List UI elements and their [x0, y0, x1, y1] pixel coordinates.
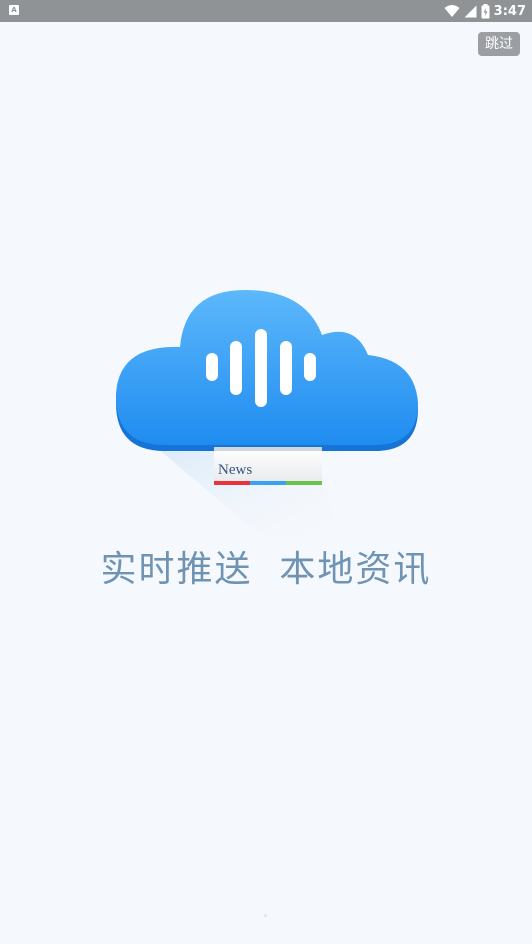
battery-charging-icon	[481, 3, 490, 18]
status-icons: 3:47	[444, 0, 526, 22]
cloud-voice-news-logo: News	[115, 290, 418, 535]
signal-icon	[464, 5, 477, 17]
page-indicator-dot	[264, 914, 267, 917]
status-time: 3:47	[493, 3, 526, 19]
wifi-icon	[444, 5, 460, 17]
app-notification-glyph: A	[11, 6, 17, 14]
skip-button[interactable]: 跳过	[478, 32, 520, 56]
status-bar: A 3:47	[0, 0, 532, 22]
tagline: 实时推送 本地资讯	[100, 549, 432, 590]
news-paper: News	[214, 447, 322, 485]
news-label: News	[218, 462, 252, 478]
app-notification-icon: A	[9, 5, 19, 15]
